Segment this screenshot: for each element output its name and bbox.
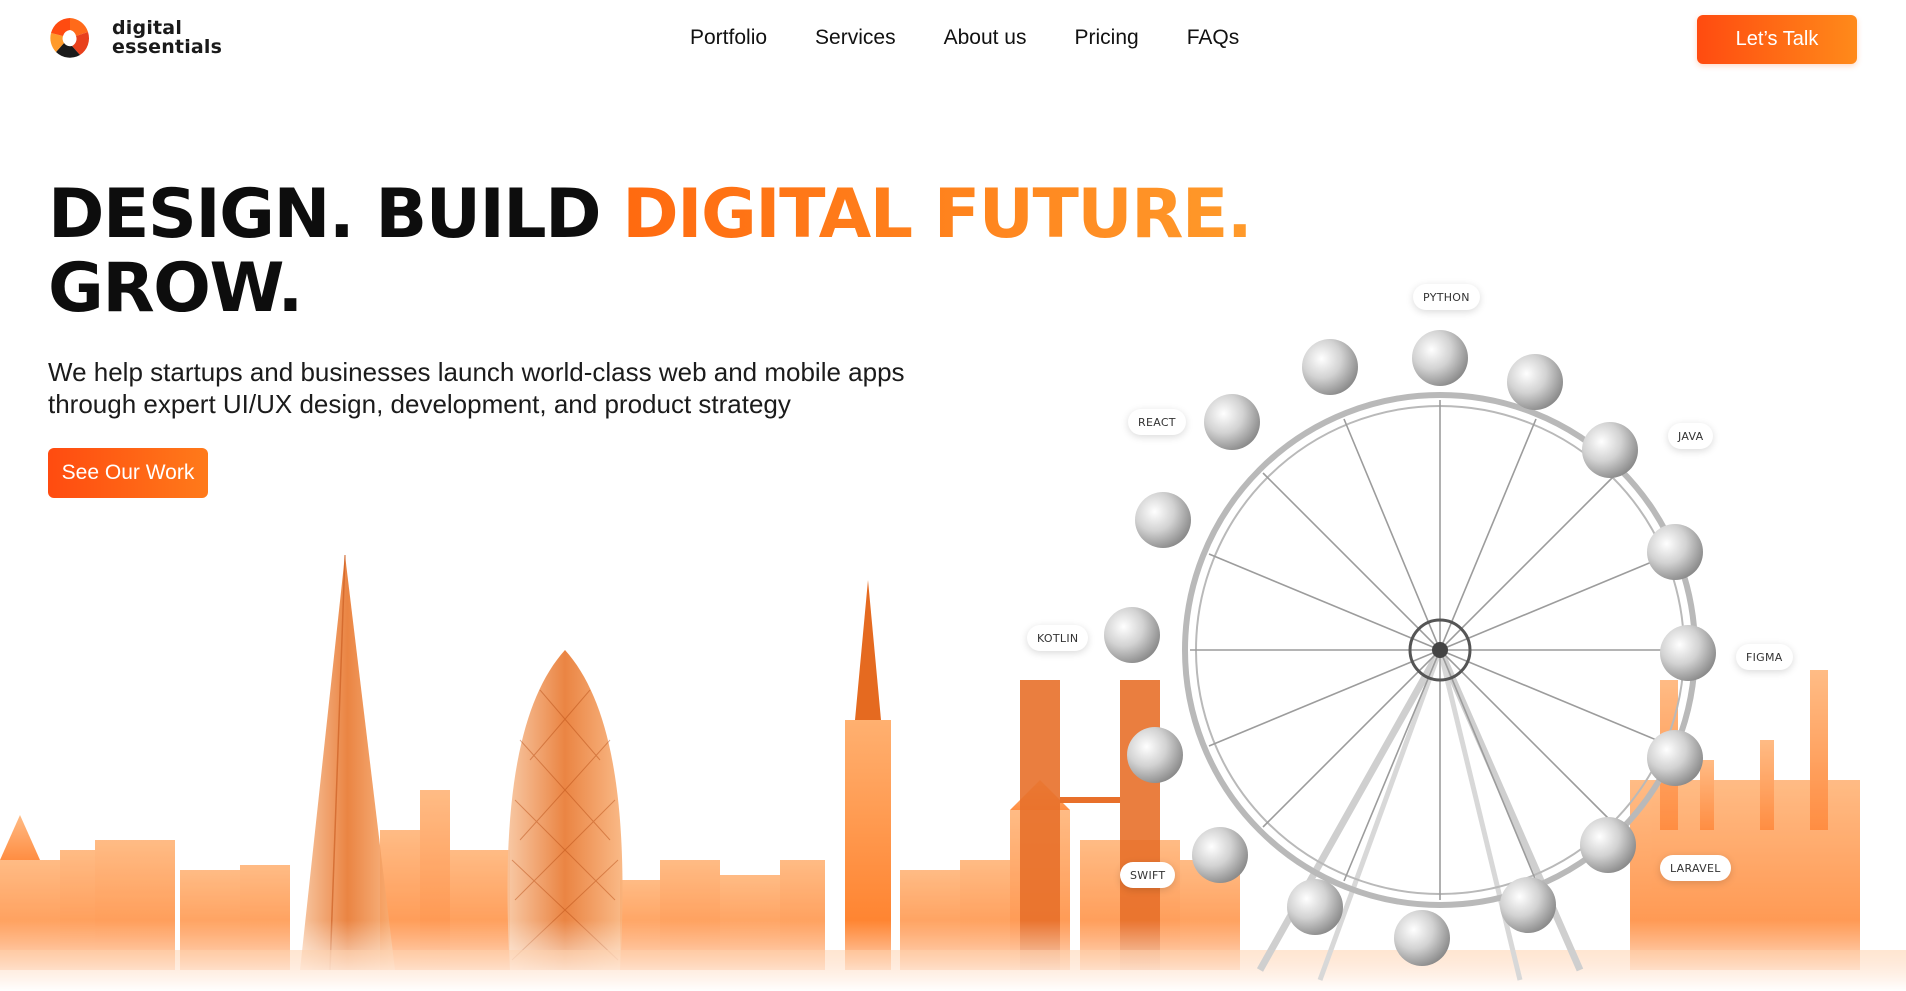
tech-tag-react: REACT: [1128, 409, 1186, 435]
tech-tag-swift: SWIFT: [1120, 862, 1176, 888]
nav-portfolio[interactable]: Portfolio: [690, 26, 767, 50]
nav-faqs[interactable]: FAQs: [1187, 26, 1240, 50]
nav-pricing[interactable]: Pricing: [1074, 26, 1138, 50]
nav-services[interactable]: Services: [815, 26, 896, 50]
main-nav: Portfolio Services About us Pricing FAQs: [690, 26, 1239, 50]
brand-name: digital essentials: [112, 19, 222, 57]
lets-talk-button[interactable]: Let’s Talk: [1697, 15, 1857, 64]
tech-tag-laravel: LARAVEL: [1660, 855, 1731, 881]
brand-line-2: essentials: [112, 36, 223, 58]
headline-part-1: DESIGN. BUILD: [48, 175, 623, 254]
tech-tag-python: PYTHON: [1413, 284, 1480, 310]
tech-tag-figma: FIGMA: [1736, 644, 1793, 670]
brand-logo[interactable]: digital essentials: [46, 14, 222, 62]
headline-line-2: GROW.: [48, 249, 303, 328]
swirl-logo-icon: [50, 18, 90, 58]
headline-accent: DIGITAL FUTURE.: [622, 175, 1253, 254]
see-our-work-button[interactable]: See Our Work: [48, 448, 208, 498]
nav-about-us[interactable]: About us: [944, 26, 1027, 50]
tech-tag-java: JAVA: [1668, 423, 1714, 449]
tech-tag-kotlin: KOTLIN: [1027, 625, 1089, 651]
hero-subtitle: We help startups and businesses launch w…: [48, 357, 905, 419]
